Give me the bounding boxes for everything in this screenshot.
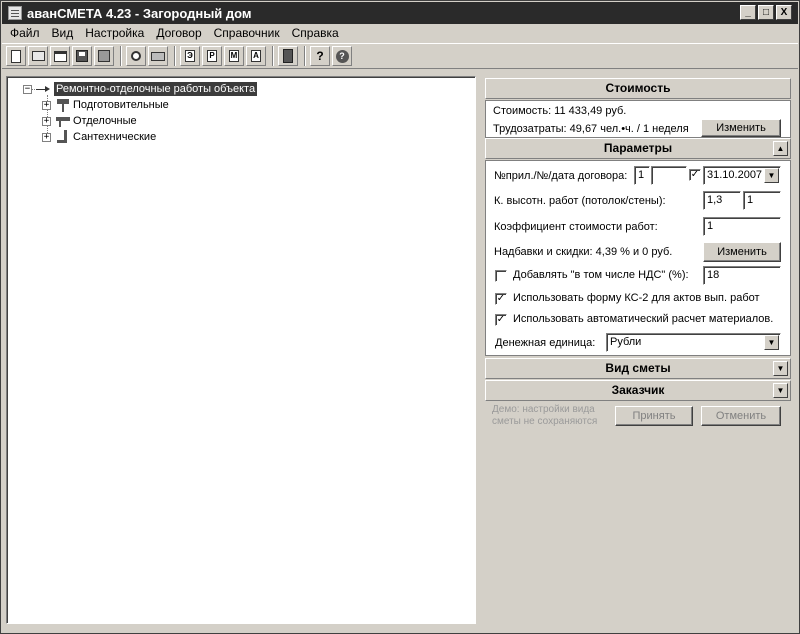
toolbar-separator [174,46,176,66]
trowel-icon [55,114,71,128]
cost-coef-label: Коэффициент стоимости работ: [494,221,658,233]
contract-label: №прил./№/дата договора: [494,170,628,182]
toolbar: Э Р М А ? ? [2,43,798,69]
vat-checkbox[interactable] [495,270,507,282]
menu-view[interactable]: Вид [48,26,78,40]
chevron-down-icon[interactable]: ▼ [764,168,779,183]
cancel-button[interactable]: Отменить [701,406,781,426]
markups-label: Надбавки и скидки: 4,39 % и 0 руб. [494,246,673,258]
menu-settings[interactable]: Настройка [81,26,148,40]
vat-label: Добавлять "в том числе НДС" (%): [513,269,689,281]
tree-item[interactable]: + Сантехнические [42,130,156,144]
close-button[interactable]: X [776,5,792,20]
params-header: Параметры ▲ [485,138,791,159]
pipe-icon [55,130,71,144]
print-icon[interactable] [148,46,168,66]
chevron-up-icon[interactable]: ▲ [773,141,788,156]
cost-change-button[interactable]: Изменить [701,119,781,137]
minimize-button[interactable]: _ [740,5,756,20]
tree-item[interactable]: + Отделочные [42,114,137,128]
demo-note-line: Демо: настройки вида [492,404,595,415]
contract-date-value: 31.10.2007 [707,169,763,181]
tree-root[interactable]: − Ремонтно-отделочные работы объекта [23,82,258,96]
app-window: аванСМЕТА 4.23 - Загородный дом _ □ X Фа… [0,0,800,634]
accept-button[interactable]: Принять [615,406,693,426]
contract-date-checkbox[interactable]: ✓ [689,169,701,181]
toolbar-separator [272,46,274,66]
estimate-type-title: Вид сметы [605,361,671,375]
params-title: Параметры [603,141,673,155]
contract-appendix-input[interactable]: 1 [634,166,650,185]
title-bar: аванСМЕТА 4.23 - Загородный дом _ □ X [2,2,798,24]
currency-select[interactable]: Рубли ▼ [606,333,781,352]
demo-note-line: сметы не сохраняются [492,416,598,427]
cost-header: Стоимость [485,78,791,99]
preview-icon[interactable] [126,46,146,66]
save-icon[interactable] [72,46,92,66]
auto-materials-label: Использовать автоматический расчет матер… [513,313,774,325]
demo-note: Демо: настройки вида сметы не сохраняютс… [492,404,597,428]
menu-file[interactable]: Файл [6,26,44,40]
params-body: №прил./№/дата договора: 1 ✓ 31.10.2007 ▼… [485,160,791,356]
tree-item-label[interactable]: Сантехнические [73,131,156,143]
markups-change-button[interactable]: Изменить [703,242,781,262]
window-icon[interactable] [50,46,70,66]
cost-body: Стоимость: 11 433,49 руб. Трудозатраты: … [485,100,791,138]
estimate-type-header[interactable]: Вид сметы ▼ [485,358,791,379]
customer-title: Заказчик [611,383,665,397]
menu-help[interactable]: Справка [288,26,343,40]
toolbar-separator [120,46,122,66]
help-icon[interactable]: ? [310,46,330,66]
chevron-down-icon[interactable]: ▼ [773,361,788,376]
cost-title: Стоимость [605,81,671,95]
maximize-button[interactable]: □ [758,5,774,20]
tree-item[interactable]: + Подготовительные [42,98,169,112]
menu-reference[interactable]: Справочник [210,26,284,40]
currency-label: Денежная единица: [495,337,596,349]
tree-item-label[interactable]: Подготовительные [73,99,169,111]
cost-coef-input[interactable]: 1 [703,217,781,236]
e-icon[interactable]: Э [180,46,200,66]
expand-icon[interactable]: + [42,100,51,110]
a-icon[interactable]: А [246,46,266,66]
p-icon[interactable]: Р [202,46,222,66]
vat-input[interactable]: 18 [703,266,781,285]
m-icon[interactable]: М [224,46,244,66]
expand-icon[interactable]: + [42,116,51,126]
menu-bar: Файл Вид Настройка Договор Справочник Сп… [2,24,798,42]
customer-header[interactable]: Заказчик ▼ [485,380,791,401]
menu-contract[interactable]: Договор [152,26,205,40]
labor-value: Трудозатраты: 49,67 чел.•ч. / 1 неделя [493,123,689,135]
open-folder-icon[interactable] [28,46,48,66]
auto-materials-checkbox[interactable]: ✓ [495,314,507,326]
chevron-down-icon[interactable]: ▼ [773,383,788,398]
tree-root-label[interactable]: Ремонтно-отделочные работы объекта [54,82,258,96]
app-icon[interactable] [8,6,22,20]
contract-date-input[interactable]: 31.10.2007 ▼ [703,166,781,185]
ks2-checkbox[interactable]: ✓ [495,293,507,305]
about-icon[interactable]: ? [332,46,352,66]
toolbar-separator [304,46,306,66]
height-ceiling-input[interactable]: 1,3 [703,191,741,210]
window-controls: _ □ X [740,5,792,20]
currency-value: Рубли [610,336,642,348]
arrow-icon [36,85,52,93]
contract-number-input[interactable] [651,166,687,185]
height-walls-input[interactable]: 1 [743,191,781,210]
ks2-label: Использовать форму КС-2 для актов вып. р… [513,292,760,304]
chevron-down-icon[interactable]: ▼ [764,335,779,350]
tree-item-label[interactable]: Отделочные [73,115,137,127]
new-doc-icon[interactable] [6,46,26,66]
tree-panel[interactable]: − Ремонтно-отделочные работы объекта + П… [6,76,476,624]
settings-panel: Стоимость Стоимость: 11 433,49 руб. Труд… [485,78,791,628]
book-icon[interactable] [278,46,298,66]
window-title: аванСМЕТА 4.23 - Загородный дом [27,5,252,21]
expand-icon[interactable]: + [42,132,51,142]
collapse-icon[interactable]: − [23,84,32,94]
height-coef-label: К. высотн. работ (потолок/стены): [494,195,666,207]
paint-roller-icon [55,98,71,112]
cost-value: Стоимость: 11 433,49 руб. [493,105,627,117]
export-icon[interactable] [94,46,114,66]
